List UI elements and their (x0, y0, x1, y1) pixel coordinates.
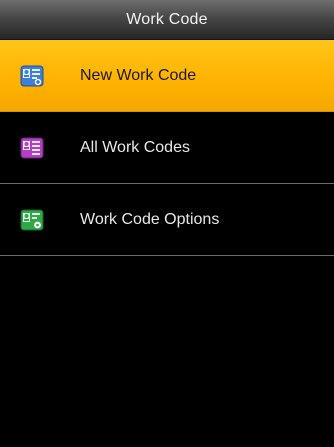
menu-item-all-work-codes[interactable]: All Work Codes (0, 112, 334, 184)
menu-item-label: New Work Code (80, 66, 197, 84)
menu-item-work-code-options[interactable]: Work Code Options (0, 184, 334, 256)
title-bar: Work Code (0, 0, 334, 40)
all-work-codes-icon (20, 137, 44, 159)
menu-item-label: All Work Codes (80, 138, 190, 156)
work-code-options-icon (20, 209, 44, 231)
work-code-menu: New Work Code All Work Codes Work Code O… (0, 40, 334, 256)
device-screen: Work Code New Work Code All Work Codes W… (0, 0, 334, 447)
menu-item-new-work-code[interactable]: New Work Code (0, 40, 334, 112)
menu-item-label: Work Code Options (80, 210, 220, 228)
page-title: Work Code (126, 10, 208, 28)
new-work-code-icon (20, 65, 44, 87)
